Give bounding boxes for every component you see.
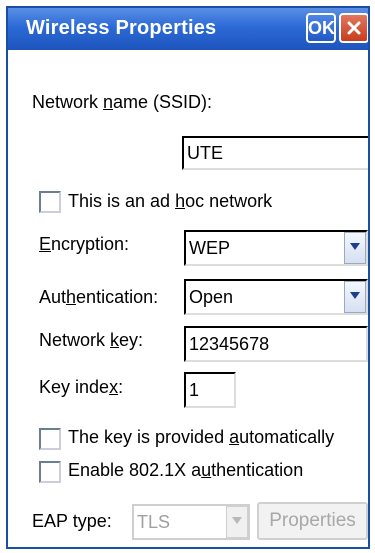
title-bar: Wireless Properties OK <box>8 8 368 50</box>
auto-key-label: The key is provided automatically <box>68 427 335 447</box>
properties-button[interactable]: Properties <box>257 502 368 540</box>
wireless-properties-dialog: Wireless Properties OK Network name (SSI… <box>6 6 370 549</box>
authentication-value: Open <box>189 287 234 307</box>
key-index-label: Key index: <box>39 377 124 397</box>
eap-type-select: TLS <box>132 504 250 540</box>
chevron-down-icon <box>350 243 360 250</box>
authentication-dropdown-button[interactable] <box>344 281 366 313</box>
enable-8021x-label: Enable 802.1X authentication <box>68 460 304 480</box>
close-button[interactable] <box>339 13 368 43</box>
ssid-input[interactable]: UTE <box>182 136 368 170</box>
authentication-label: Authentication: <box>39 287 159 307</box>
adhoc-label: This is an ad hoc network <box>68 191 273 211</box>
encryption-value: WEP <box>189 238 231 258</box>
key-index-input[interactable]: 1 <box>184 372 236 408</box>
enable-8021x-checkbox[interactable] <box>39 461 61 483</box>
eap-type-value: TLS <box>137 512 171 532</box>
encryption-dropdown-button[interactable] <box>344 232 366 264</box>
chevron-down-icon <box>232 517 242 524</box>
ok-button[interactable]: OK <box>306 13 336 43</box>
adhoc-checkbox[interactable] <box>39 191 61 213</box>
authentication-select[interactable]: Open <box>184 279 368 315</box>
dialog-title: Wireless Properties <box>26 17 217 39</box>
eap-type-label: EAP type: <box>32 511 112 531</box>
network-key-input[interactable]: 12345678 <box>184 326 368 362</box>
auto-key-checkbox[interactable] <box>39 428 61 450</box>
encryption-label: Encryption: <box>39 234 130 254</box>
network-name-label: Network name (SSID): <box>32 92 213 112</box>
eap-type-dropdown-button <box>226 506 248 538</box>
close-icon <box>347 21 361 35</box>
chevron-down-icon <box>350 292 360 299</box>
network-key-label: Network key: <box>39 330 144 350</box>
encryption-select[interactable]: WEP <box>184 230 368 266</box>
